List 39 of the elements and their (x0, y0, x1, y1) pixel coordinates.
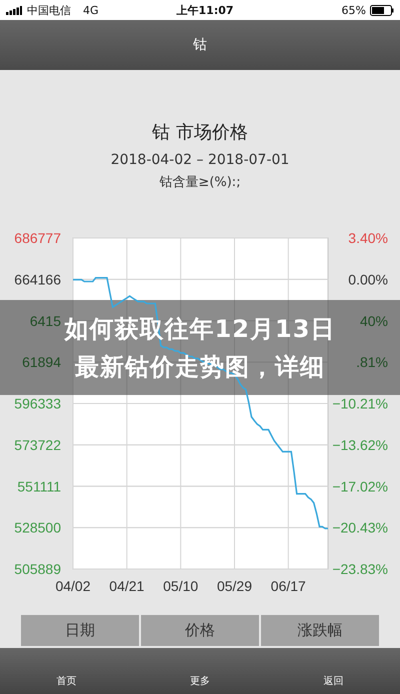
nav-title: 钴 (193, 36, 207, 54)
axis-label: 528500 (14, 520, 61, 536)
column-header[interactable]: 日期 (21, 615, 139, 646)
axis-label: 61894 (22, 354, 61, 370)
axis-label: 04/21 (109, 578, 144, 594)
axis-label: 04/02 (55, 578, 91, 594)
axis-label: 686777 (14, 230, 61, 246)
battery-percent: 65% (342, 4, 366, 16)
axis-label: 05/10 (163, 578, 198, 594)
axis-label: 40% (360, 312, 388, 329)
tab-item[interactable]: 返回 (323, 674, 344, 688)
axis-label: 6415 (30, 312, 61, 329)
axis-label: −13.62% (332, 436, 388, 453)
date-range: 2018-04-02 – 2018-07-01 (110, 152, 290, 168)
axis-label: 664166 (14, 271, 61, 288)
axis-label: 505889 (14, 561, 61, 577)
axis-label: 3.40% (348, 230, 388, 246)
column-header[interactable]: 涨跌幅 (261, 615, 379, 646)
chart-title: 钴 市场价格 (152, 121, 248, 144)
signal-icon (6, 6, 22, 14)
network-type: 4G (83, 4, 99, 16)
axis-label: −10.21% (332, 396, 388, 412)
column-header[interactable]: 价格 (141, 615, 259, 646)
axis-label: 573722 (14, 436, 61, 453)
axis-label: 0.00% (348, 271, 388, 288)
clock-time: 上午11:07 (176, 2, 235, 18)
tab-item[interactable]: 更多 (190, 674, 210, 688)
axis-label: 596333 (14, 396, 61, 412)
axis-label: .81% (356, 354, 388, 370)
axis-label: −20.43% (332, 520, 388, 536)
axis-label: 551111 (17, 478, 61, 494)
axis-label: 05/29 (216, 578, 252, 594)
tab-item[interactable]: 首页 (56, 674, 77, 688)
chart-subtitle: 钴含量≥(%):; (159, 174, 241, 191)
axis-label: −17.02% (332, 478, 388, 494)
axis-label: 06/17 (270, 578, 306, 594)
axis-label: −23.83% (332, 561, 388, 577)
carrier-name: 中国电信 (27, 2, 71, 18)
battery-icon (370, 4, 394, 16)
